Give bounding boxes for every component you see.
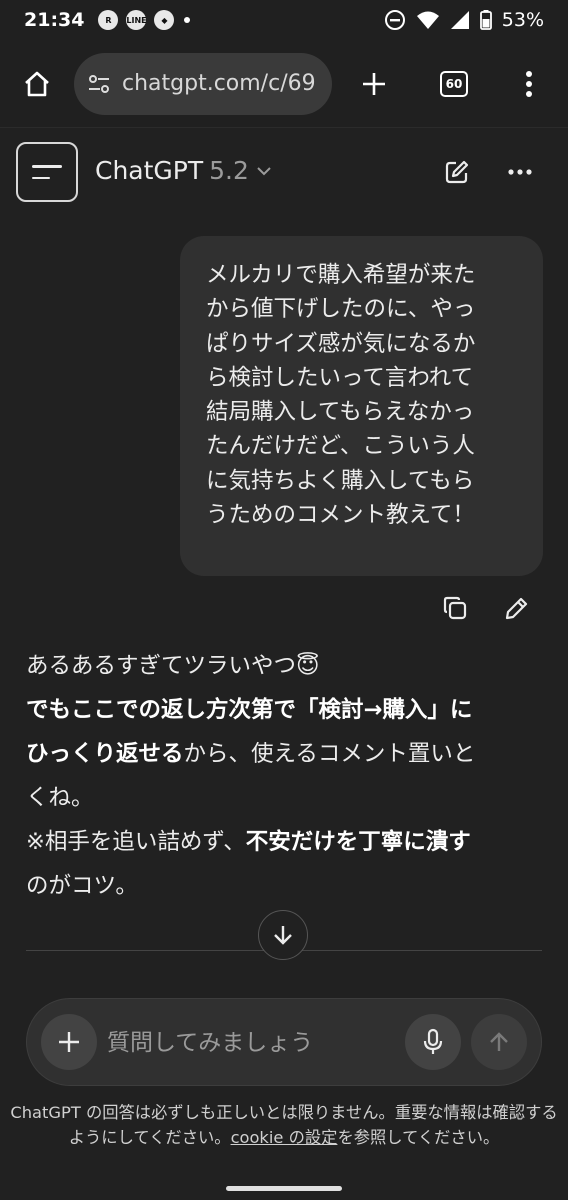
url-text: chatgpt.com/c/69 <box>122 71 316 96</box>
assistant-message: あるあるすぎてツラいやつ😇 でもここでの返し方次第で「検討→購入」に ひっくり返… <box>26 644 546 908</box>
new-tab-button[interactable] <box>334 40 414 128</box>
user-message-line: ら検討したいって言われて <box>206 364 474 391</box>
menu-line <box>32 176 50 179</box>
assistant-line: ※相手を追い詰めず、不安だけを丁寧に潰す <box>26 820 546 864</box>
user-message-line: たんだけだど、こういう人 <box>206 433 475 460</box>
assistant-text: から、使えるコメント置いと <box>183 741 476 767</box>
message-input[interactable] <box>107 1023 397 1063</box>
user-message-line: うためのコメント教えて！ <box>206 502 475 529</box>
status-time: 21:34 <box>24 9 85 31</box>
user-message-line: に気持ちよく購入してもら <box>206 467 475 494</box>
pencil-icon <box>505 597 528 620</box>
battery-icon <box>479 10 492 30</box>
user-message: メルカリで購入希望が来た から値下げしたのに、やっ ぱりサイズ感が気になるか ら… <box>180 236 543 576</box>
site-settings-icon <box>89 74 109 93</box>
gesture-bar[interactable] <box>226 1186 342 1191</box>
dnd-icon <box>384 10 405 30</box>
app-header: ChatGPT 5.2 <box>0 128 568 216</box>
attach-button[interactable] <box>41 1014 97 1070</box>
chevron-down-icon <box>257 166 271 175</box>
signal-icon <box>450 11 469 29</box>
assistant-line: あるあるすぎてツラいやつ😇 <box>26 653 320 679</box>
tab-count: 60 <box>440 70 468 97</box>
composer <box>26 998 542 1086</box>
model-name: ChatGPT <box>95 156 204 185</box>
assistant-line: ひっくり返せるから、使えるコメント置いと <box>26 732 546 776</box>
voice-input-button[interactable] <box>405 1014 461 1070</box>
battery-percent: 53% <box>501 9 544 31</box>
user-message-line: メルカリで購入希望が来た <box>206 262 476 288</box>
model-selector[interactable]: ChatGPT 5.2 <box>95 156 273 185</box>
browser-toolbar: chatgpt.com/c/69 60 <box>0 40 568 128</box>
assistant-bold-text: でもここでの返し方次第で「検討→購入」に <box>26 697 473 723</box>
menu-line <box>32 165 62 168</box>
more-notifications-icon <box>184 17 191 23</box>
more-horizontal-icon <box>508 169 532 175</box>
arrow-up-icon <box>490 1032 508 1051</box>
assistant-bold-text: ひっくり返せる <box>26 741 184 767</box>
assistant-line: のがコツ。 <box>26 873 138 899</box>
plus-icon <box>363 72 385 95</box>
url-bar[interactable]: chatgpt.com/c/69 <box>74 52 332 115</box>
send-button[interactable] <box>471 1014 527 1070</box>
tab-switcher-button[interactable]: 60 <box>414 40 494 128</box>
user-message-line: 結局購入してもらえなかっ <box>206 399 475 426</box>
edit-message-button[interactable] <box>497 588 537 628</box>
home-icon <box>25 71 49 96</box>
user-message-line: ぱりサイズ感が気になるか <box>206 330 476 357</box>
status-bar: 21:34 R LINE ◆ 53% <box>0 0 568 40</box>
scroll-to-bottom-button[interactable] <box>258 910 308 960</box>
wifi-icon <box>416 11 439 29</box>
home-button[interactable] <box>0 40 74 128</box>
disclaimer: ChatGPT の回答は必ずしも正しいとは限りません。重要な情報は確認するように… <box>10 1100 558 1150</box>
plus-icon <box>59 1032 79 1052</box>
microphone-icon <box>423 1028 443 1054</box>
sidebar-toggle-button[interactable] <box>16 142 78 202</box>
notification-icons: R LINE ◆ <box>98 10 175 30</box>
line-icon: LINE <box>126 10 147 30</box>
disclaimer-text: を参照してください。 <box>337 1128 500 1147</box>
copy-button[interactable] <box>435 588 475 628</box>
assistant-text: ※相手を追い詰めず、 <box>26 829 246 855</box>
assistant-line: でもここでの返し方次第で「検討→購入」に <box>26 688 546 732</box>
cookie-settings-link[interactable]: cookie の設定 <box>231 1128 338 1147</box>
arrow-down-icon <box>274 926 292 945</box>
model-version: 5.2 <box>209 156 249 185</box>
user-message-line: から値下げしたのに、やっ <box>206 296 476 323</box>
copy-icon <box>443 596 467 620</box>
app-icon: ◆ <box>154 10 175 30</box>
browser-menu-button[interactable] <box>494 40 564 128</box>
more-options-button[interactable] <box>500 152 540 192</box>
assistant-bold-text: 不安だけを丁寧に潰す <box>245 829 471 855</box>
rakuten-link-icon: R <box>98 10 119 30</box>
new-chat-button[interactable] <box>437 152 477 192</box>
more-vertical-icon <box>526 70 532 97</box>
edit-icon <box>445 160 469 184</box>
assistant-line: くね。 <box>26 785 94 811</box>
